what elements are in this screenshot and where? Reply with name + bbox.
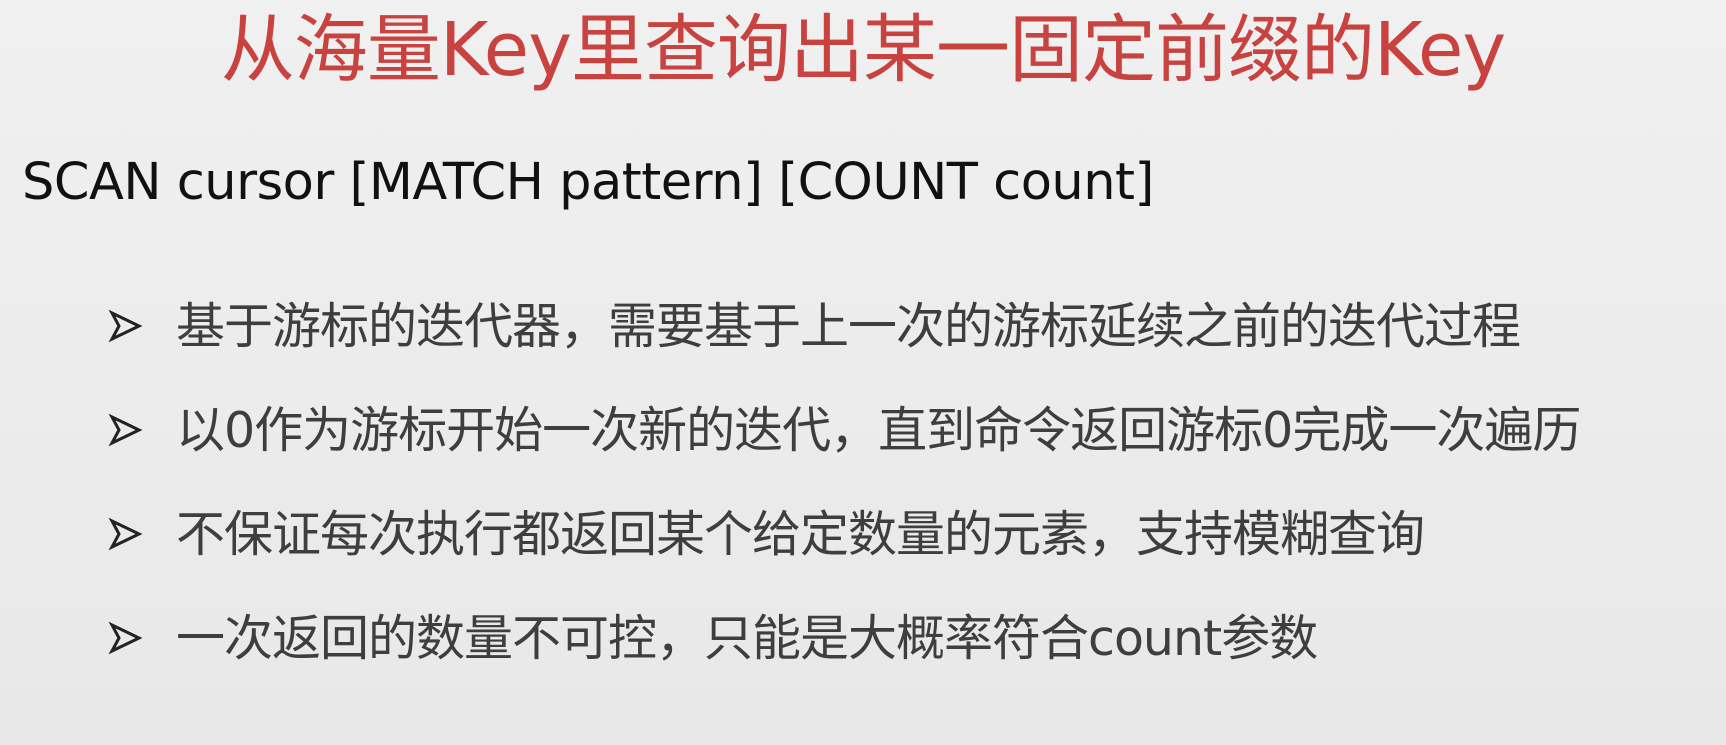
arrowhead-bullet-icon [108, 309, 143, 343]
scan-command-syntax: SCAN cursor [MATCH pattern] [COUNT count… [22, 153, 1154, 212]
slide-title: 从海量Key里查询出某一固定前缀的Key [220, 7, 1506, 93]
bullet-text: 以0作为游标开始一次新的迭代，直到命令返回游标0完成一次遍历 [176, 402, 1581, 459]
arrowhead-bullet-icon [108, 517, 143, 551]
bullet-item: 一次返回的数量不可控，只能是大概率符合count参数 [108, 608, 1718, 678]
bullet-text: 一次返回的数量不可控，只能是大概率符合count参数 [176, 610, 1318, 667]
bullet-text: 不保证每次执行都返回某个给定数量的元素，支持模糊查询 [176, 506, 1425, 563]
bullet-item: 不保证每次执行都返回某个给定数量的元素，支持模糊查询 [108, 504, 1718, 574]
bullet-item: 基于游标的迭代器，需要基于上一次的游标延续之前的迭代过程 [108, 296, 1718, 366]
slide: 从海量Key里查询出某一固定前缀的Key SCAN cursor [MATCH … [0, 0, 1726, 745]
arrowhead-bullet-icon [108, 621, 143, 655]
bullet-text: 基于游标的迭代器，需要基于上一次的游标延续之前的迭代过程 [176, 298, 1521, 355]
bullet-item: 以0作为游标开始一次新的迭代，直到命令返回游标0完成一次遍历 [108, 400, 1718, 470]
arrowhead-bullet-icon [108, 413, 143, 447]
